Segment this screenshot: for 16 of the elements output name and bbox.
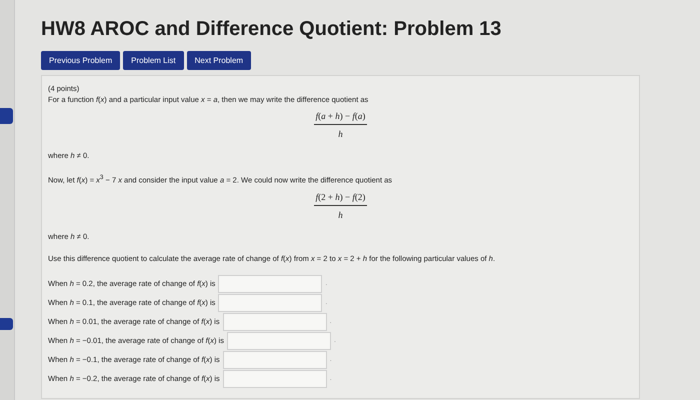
fraction-numerator: f(2 + h) − f(2)	[314, 192, 368, 206]
answer-field[interactable]	[222, 350, 327, 368]
answer-field[interactable]	[222, 370, 327, 388]
answer-field[interactable]	[218, 294, 322, 312]
fraction-numerator: f(a + h) − f(a)	[314, 111, 368, 125]
side-tab[interactable]	[0, 318, 13, 330]
page-title: HW8 AROC and Difference Quotient: Problem 13	[41, 18, 502, 41]
answer-field[interactable]	[226, 332, 331, 350]
fraction-denominator: h	[338, 128, 343, 139]
answer-field[interactable]	[218, 274, 322, 292]
side-tab[interactable]	[0, 108, 13, 124]
fraction-denominator: h	[338, 208, 343, 220]
nav-button[interactable]: Previous Problem	[41, 51, 120, 70]
answer-field[interactable]	[222, 312, 327, 330]
nav-button[interactable]: Problem List	[123, 51, 184, 70]
nav-button[interactable]: Next Problem	[186, 51, 252, 70]
